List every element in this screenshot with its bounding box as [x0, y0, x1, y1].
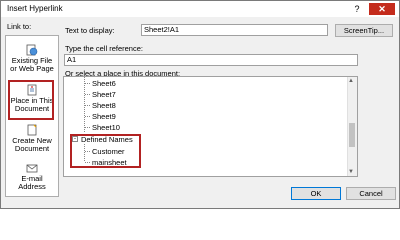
close-button[interactable]: ✕: [369, 3, 395, 15]
text-to-display-label: Text to display:: [65, 26, 115, 35]
globe-file-icon: [26, 44, 38, 56]
tree-item-sheet[interactable]: Sheet6: [92, 79, 116, 88]
ok-button[interactable]: OK: [291, 187, 341, 200]
link-to-label: Link to:: [7, 22, 32, 31]
selected-place-highlight: [8, 80, 54, 120]
tree-branch: [85, 94, 90, 95]
new-document-icon: [27, 124, 37, 136]
text-to-display-input[interactable]: Sheet2!A1: [141, 24, 328, 36]
scroll-thumb[interactable]: [349, 123, 355, 147]
tree-branch: [85, 83, 90, 84]
sidebar-item-label: Create New Document: [12, 136, 52, 153]
sidebar-item-label: E-mail Address: [18, 174, 46, 191]
sidebar-item-create-new[interactable]: Create New Document: [8, 124, 56, 153]
tree-item-sheet[interactable]: Sheet7: [92, 90, 116, 99]
cell-reference-input[interactable]: A1: [64, 54, 358, 66]
insert-hyperlink-dialog: Insert Hyperlink ? ✕ Link to: Existing F…: [0, 0, 400, 209]
scroll-up-icon[interactable]: ▲: [348, 78, 354, 84]
tree-item-sheet[interactable]: Sheet8: [92, 101, 116, 110]
sidebar-item-label: Existing File or Web Page: [10, 56, 54, 73]
help-button[interactable]: ?: [350, 3, 364, 15]
dialog-title: Insert Hyperlink: [7, 4, 63, 13]
sidebar-item-existing-file[interactable]: Existing File or Web Page: [8, 44, 56, 73]
defined-names-highlight: [70, 134, 141, 168]
cell-reference-label: Type the cell reference:: [65, 44, 143, 53]
tree-item-sheet[interactable]: Sheet10: [92, 123, 120, 132]
email-icon: [26, 164, 38, 173]
title-bar: Insert Hyperlink ? ✕: [1, 1, 399, 17]
tree-branch: [85, 116, 90, 117]
sidebar-item-email[interactable]: E-mail Address: [8, 162, 56, 191]
tree-branch: [85, 105, 90, 106]
tree-branch: [85, 127, 90, 128]
scroll-down-icon[interactable]: ▼: [348, 169, 354, 175]
screentip-button[interactable]: ScreenTip...: [335, 24, 393, 37]
cancel-button[interactable]: Cancel: [346, 187, 396, 200]
tree-item-sheet[interactable]: Sheet9: [92, 112, 116, 121]
